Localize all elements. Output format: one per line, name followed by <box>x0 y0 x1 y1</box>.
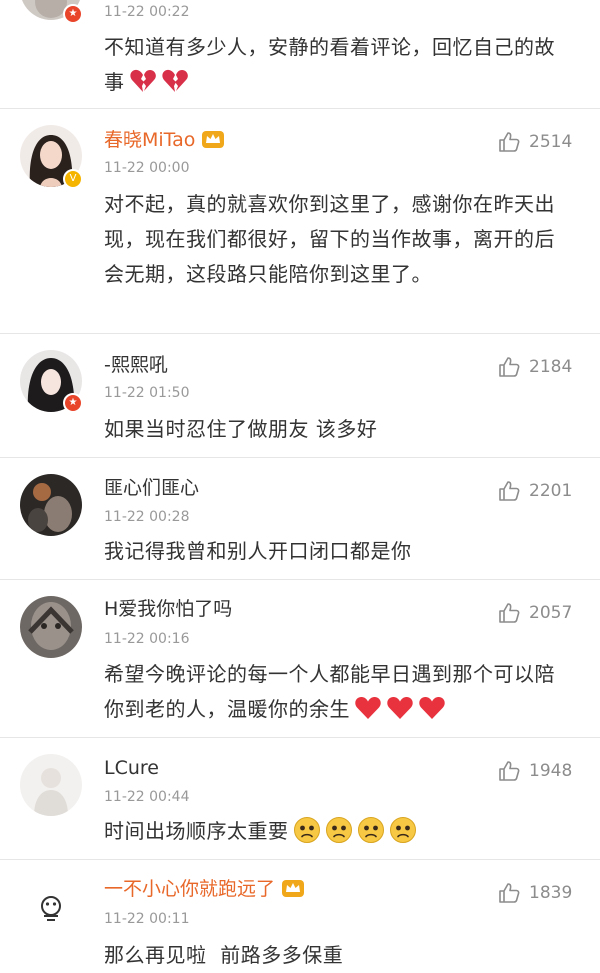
red-heart-icon <box>355 696 381 719</box>
comment-timestamp: 11-22 00:11 <box>104 911 190 927</box>
comment-text: 如果当时忍住了做朋友 该多好 <box>104 417 378 441</box>
like-button[interactable]: 2201 <box>498 478 572 504</box>
like-count: 2184 <box>529 357 573 377</box>
thumbs-up-icon <box>499 603 520 623</box>
red-heart-icon <box>387 696 413 719</box>
verified-badge-icon: V <box>63 169 83 189</box>
like-count: 1948 <box>529 761 573 781</box>
comment-text: 不知道有多少人，安静的看着评论，回忆自己的故事 <box>104 35 555 94</box>
like-button[interactable]: 1839 <box>498 880 572 906</box>
red-heart-icon <box>419 696 445 719</box>
like-button[interactable]: 2057 <box>498 600 572 626</box>
comment-text: 我记得我曾和别人开口闭口都是你 <box>104 539 412 563</box>
comment-text: 希望今晚评论的每一个人都能早日遇到那个可以陪你到老的人，温暖你的余生 <box>104 662 555 721</box>
broken-heart-icon <box>161 69 188 92</box>
username[interactable]: H爱我你怕了吗 <box>104 597 232 621</box>
like-count: 2514 <box>529 132 573 152</box>
thumbs-up-icon <box>499 481 520 501</box>
sad-face-icon <box>293 817 320 843</box>
username[interactable]: 一不小心你就跑远了 <box>104 877 305 901</box>
username[interactable]: 春晓MiTao <box>104 128 225 152</box>
comment-item: LCure 11-22 00:44 1948 时间出场顺序太重要 <box>0 738 600 859</box>
crown-icon <box>202 131 225 148</box>
crown-icon <box>282 880 305 897</box>
comment-timestamp: 11-22 00:16 <box>104 631 190 647</box>
comment-text: 那么再见啦 前路多多保重 <box>104 943 344 967</box>
verified-badge-icon: ★ <box>63 4 83 24</box>
thumbs-up-icon <box>499 357 520 377</box>
username[interactable]: -熙熙吼 <box>104 353 168 377</box>
comment-item: 一不小心你就跑远了 11-22 00:11 1839 那么再见啦 前路多多保重 <box>0 860 600 970</box>
verified-badge-icon: ★ <box>63 393 83 413</box>
comment-item: ★ 11-22 00:22 不知道有多少人，安静的看着评论，回忆自己的故事 <box>0 0 600 108</box>
comment-item: 匪心们匪心 11-22 00:28 2201 我记得我曾和别人开口闭口都是你 <box>0 458 600 579</box>
sad-face-icon <box>325 817 352 843</box>
comment-timestamp: 11-22 00:22 <box>104 4 190 20</box>
avatar[interactable] <box>20 876 82 938</box>
like-button[interactable]: 1948 <box>498 758 572 784</box>
avatar[interactable] <box>20 596 82 658</box>
avatar[interactable] <box>20 474 82 536</box>
like-count: 1839 <box>529 883 573 903</box>
like-button[interactable]: 2184 <box>498 354 572 380</box>
like-button[interactable]: 2514 <box>498 129 572 155</box>
thumbs-up-icon <box>499 883 520 903</box>
like-count: 2201 <box>529 481 573 501</box>
sad-face-icon <box>389 817 416 843</box>
comment-item: H爱我你怕了吗 11-22 00:16 2057 希望今晚评论的每一个人都能早日… <box>0 580 600 737</box>
avatar[interactable] <box>20 754 82 816</box>
comment-item: ★ -熙熙吼 11-22 01:50 2184 如果当时忍住了做朋友 该多好 <box>0 334 600 457</box>
username[interactable]: 匪心们匪心 <box>104 476 199 500</box>
thumbs-up-icon <box>499 132 520 152</box>
comment-timestamp: 11-22 00:28 <box>104 509 190 525</box>
sad-face-icon <box>357 817 384 843</box>
comment-timestamp: 11-22 01:50 <box>104 385 190 401</box>
comment-timestamp: 11-22 00:44 <box>104 789 190 805</box>
broken-heart-icon <box>129 69 156 92</box>
username[interactable]: LCure <box>104 756 159 780</box>
comment-item: V 春晓MiTao 11-22 00:00 2514 对不起，真的就喜欢你到这里… <box>0 109 600 333</box>
thumbs-up-icon <box>499 761 520 781</box>
comment-text: 对不起，真的就喜欢你到这里了，感谢你在昨天出现，现在我们都很好，留下的当作故事，… <box>104 192 555 286</box>
comment-timestamp: 11-22 00:00 <box>104 160 190 176</box>
comment-text: 时间出场顺序太重要 <box>104 814 574 849</box>
like-count: 2057 <box>529 603 573 623</box>
